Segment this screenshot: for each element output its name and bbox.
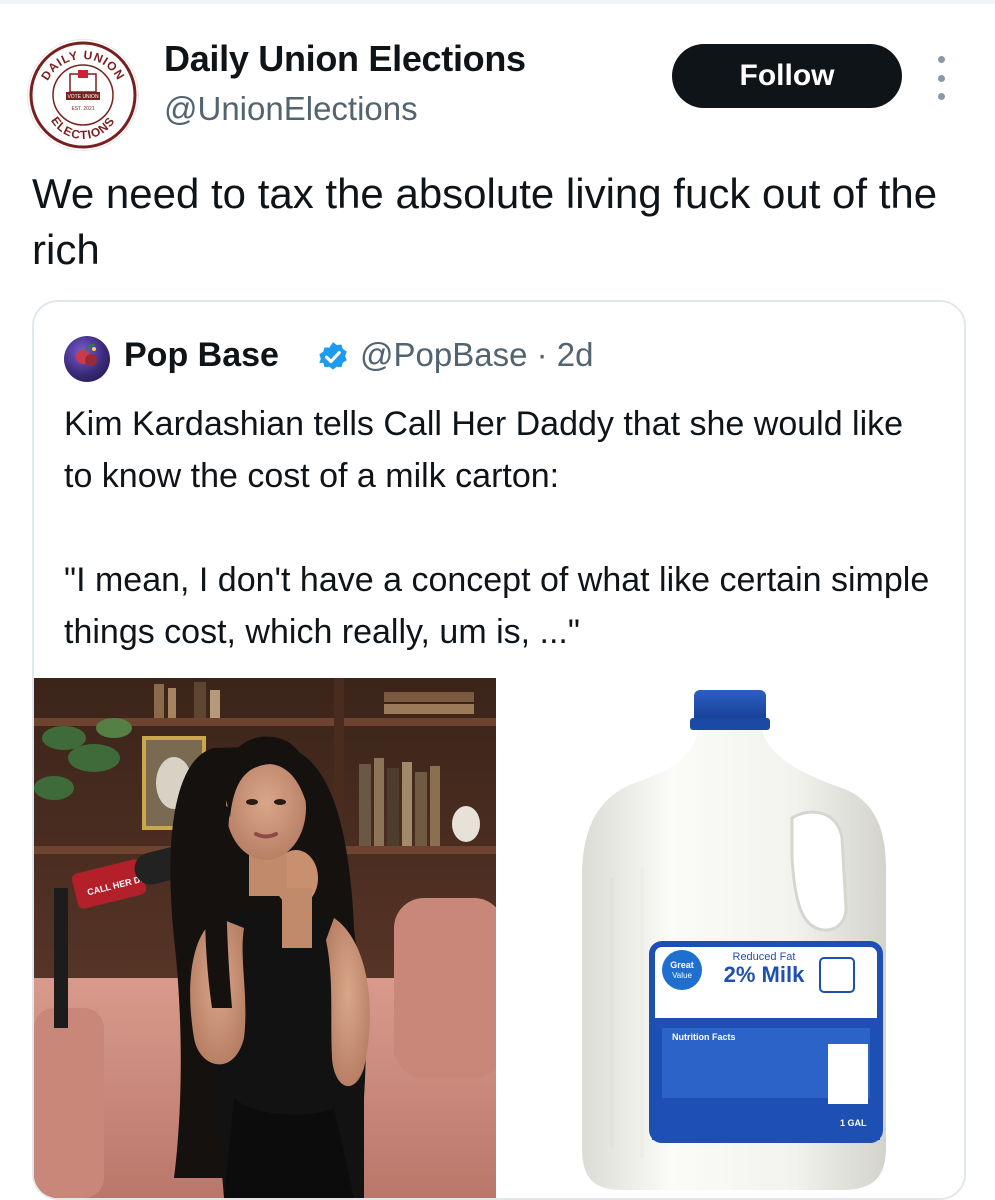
popbase-logo-icon	[76, 343, 97, 366]
verified-badge-icon	[319, 342, 347, 370]
author-name[interactable]: Daily Union Elections	[164, 38, 526, 80]
author-handle[interactable]: @UnionElections	[164, 90, 418, 128]
quoted-author-name[interactable]: Pop Base	[124, 336, 279, 375]
svg-text:2% Milk: 2% Milk	[724, 962, 805, 987]
author-avatar[interactable]: DAILY UNION ELECTIONS VOTE UNION EST. 20…	[28, 40, 138, 150]
follow-button[interactable]: Follow	[672, 44, 902, 108]
media-photo-interview[interactable]: CALL HER DADDY	[34, 678, 496, 1198]
quoted-tweet-card[interactable]: Pop Base @PopBase · 2d Kim Kardashian te…	[32, 300, 966, 1200]
svg-text:Nutrition Facts: Nutrition Facts	[672, 1032, 736, 1042]
svg-text:Value: Value	[672, 971, 692, 980]
tweet-text: We need to tax the absolute living fuck …	[32, 170, 938, 273]
svg-text:Great: Great	[670, 960, 694, 970]
quoted-paragraph-2: "I mean, I don't have a concept of what …	[64, 561, 930, 651]
quoted-tweet-text: Kim Kardashian tells Call Her Daddy that…	[64, 398, 934, 658]
quoted-author-avatar[interactable]	[64, 336, 110, 382]
milk-jug-image: Great Value Reduced Fat 2% Milk Nutritio…	[582, 690, 886, 1190]
quoted-paragraph-1: Kim Kardashian tells Call Her Daddy that…	[64, 405, 904, 495]
more-vertical-icon[interactable]	[928, 56, 954, 100]
svg-text:VOTE UNION: VOTE UNION	[67, 94, 99, 100]
media-photo-milk-jug[interactable]: Great Value Reduced Fat 2% Milk Nutritio…	[502, 678, 964, 1198]
svg-text:1 GAL: 1 GAL	[840, 1118, 867, 1128]
media-grid: CALL HER DADDY Great Value Reduced Fat 2…	[34, 678, 964, 1198]
interview-scene-image: CALL HER DADDY	[34, 678, 496, 1198]
svg-text:EST. 2021: EST. 2021	[71, 106, 94, 112]
union-logo-icon: DAILY UNION ELECTIONS VOTE UNION EST. 20…	[29, 41, 137, 149]
top-divider	[0, 0, 995, 4]
quoted-handle-time[interactable]: @PopBase · 2d	[360, 336, 593, 374]
